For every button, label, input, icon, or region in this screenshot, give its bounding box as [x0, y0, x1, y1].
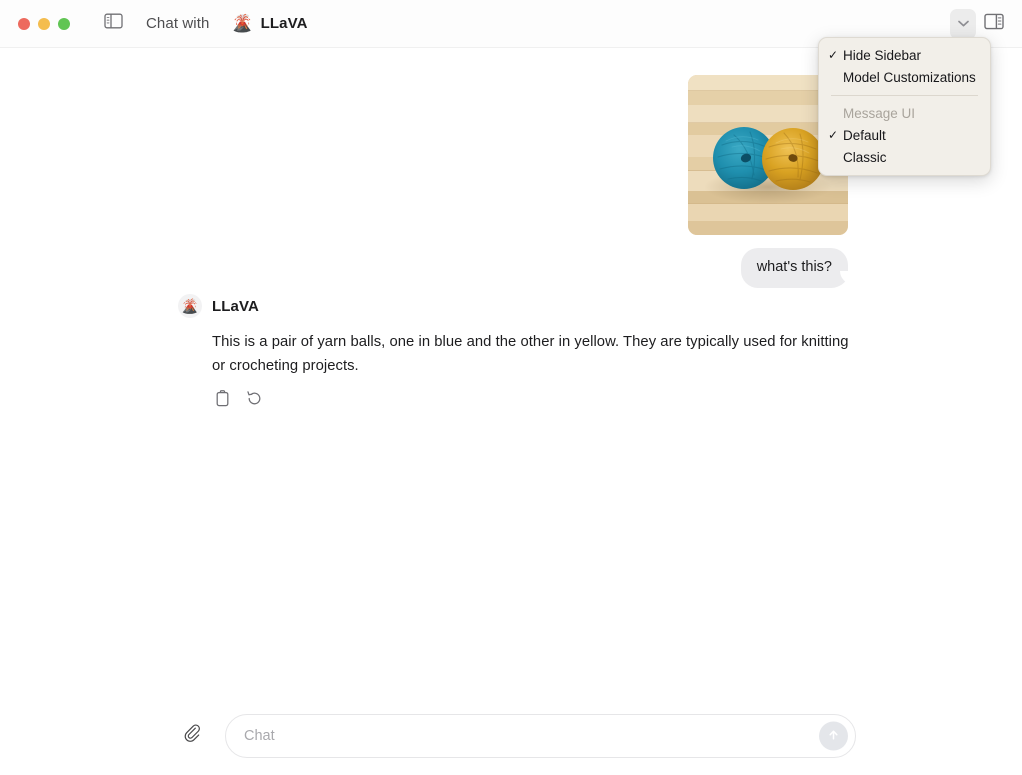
- menu-item-label: Classic: [843, 149, 887, 165]
- assistant-action-bar: [212, 390, 878, 412]
- menu-item-classic[interactable]: Classic: [819, 146, 990, 168]
- bubble-tail: [836, 270, 853, 288]
- chevron-down-icon: [957, 15, 970, 33]
- menu-item-model-customizations[interactable]: Model Customizations: [819, 66, 990, 88]
- options-menu-button[interactable]: [950, 9, 976, 39]
- checkmark-icon: ✓: [828, 48, 839, 62]
- maximize-window-button[interactable]: [58, 17, 70, 30]
- right-sidebar-toggle-button[interactable]: [980, 11, 1008, 37]
- regenerate-icon: [246, 390, 263, 412]
- app-window: Chat with 🌋 LLaVA what's this? 🌋 LLaVA T…: [0, 0, 1022, 775]
- assistant-message-text: This is a pair of yarn balls, one in blu…: [212, 334, 849, 375]
- menu-item-hide-sidebar[interactable]: ✓ Hide Sidebar: [819, 44, 990, 66]
- copy-icon: [215, 390, 230, 412]
- menu-item-label: Hide Sidebar: [843, 47, 922, 63]
- right-sidebar-panel-icon: [984, 13, 1004, 35]
- menu-divider: [831, 95, 978, 96]
- menu-section-header-message-ui: Message UI: [819, 102, 990, 124]
- user-text-message-row: what's this?: [740, 248, 853, 288]
- volcano-icon: 🌋: [231, 14, 253, 33]
- copy-message-button[interactable]: [212, 390, 232, 412]
- close-window-button[interactable]: [18, 17, 30, 30]
- model-selector[interactable]: 🌋 LLaVA: [231, 15, 307, 32]
- options-dropdown-menu[interactable]: ✓ Hide Sidebar Model Customizations Mess…: [818, 37, 991, 176]
- left-sidebar-panel-icon: [103, 13, 123, 34]
- paperclip-icon: [184, 724, 203, 748]
- window-title: Chat with: [146, 15, 210, 32]
- assistant-name-label: LLaVA: [212, 297, 259, 315]
- user-message-bubble[interactable]: what's this?: [740, 248, 853, 288]
- chat-input-container[interactable]: [225, 714, 856, 758]
- traffic-lights: [18, 17, 70, 30]
- model-name-label: LLaVA: [260, 15, 308, 32]
- attach-file-button[interactable]: [180, 723, 206, 749]
- volcano-icon: 🌋: [181, 298, 199, 314]
- menu-item-default[interactable]: ✓ Default: [819, 124, 990, 146]
- sidebar-toggle-button[interactable]: [100, 12, 126, 36]
- minimize-window-button[interactable]: [38, 17, 50, 30]
- arrow-up-icon: [826, 727, 841, 745]
- send-message-button[interactable]: [819, 721, 848, 751]
- menu-item-label: Message UI: [843, 105, 916, 121]
- assistant-header: 🌋 LLaVA: [178, 294, 878, 318]
- menu-item-label: Model Customizations: [843, 69, 976, 85]
- chat-input[interactable]: [226, 715, 855, 757]
- checkmark-icon: ✓: [828, 128, 839, 142]
- menu-item-label: Default: [843, 127, 886, 143]
- composer-bar: [0, 697, 1022, 775]
- regenerate-message-button[interactable]: [244, 391, 264, 411]
- user-message-text: what's this?: [756, 259, 832, 275]
- avatar: 🌋: [178, 294, 202, 318]
- assistant-message: 🌋 LLaVA This is a pair of yarn balls, on…: [178, 294, 878, 411]
